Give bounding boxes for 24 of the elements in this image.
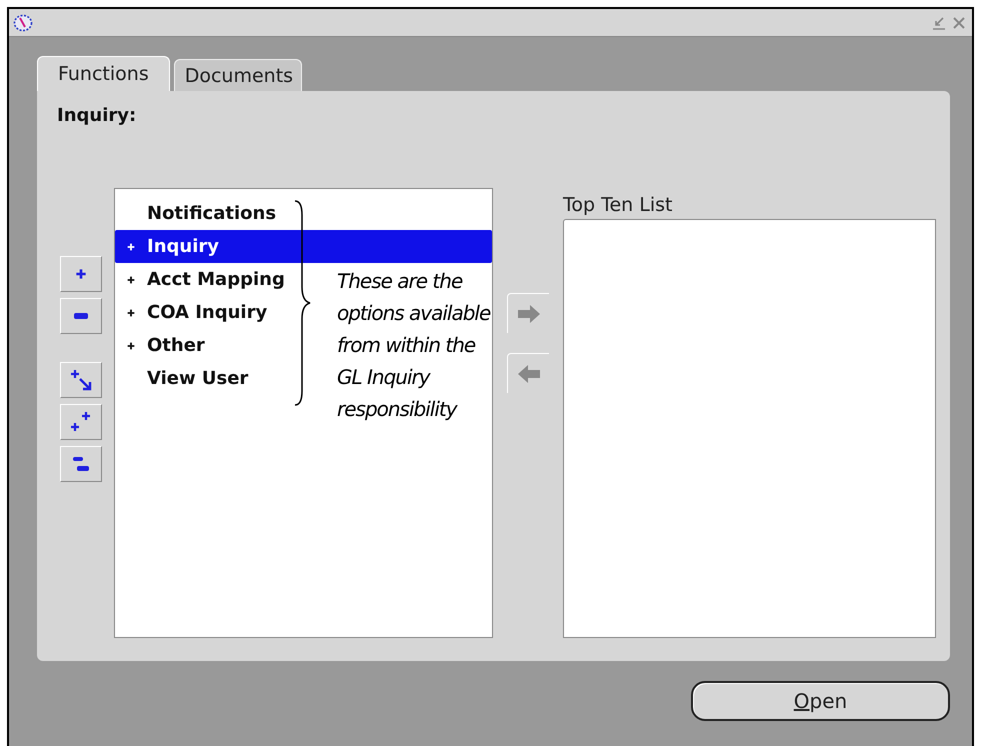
tree-item[interactable]: COA Inquiry — [115, 296, 272, 329]
tree-item[interactable]: Other — [115, 329, 209, 362]
tab[interactable]: Functions — [37, 56, 170, 91]
tree-item[interactable]: Inquiry — [115, 230, 492, 263]
expand-branch-button[interactable] — [60, 362, 102, 398]
right-arrow-icon — [516, 304, 542, 324]
expand-all-button[interactable] — [60, 404, 102, 440]
double-minus-icon — [72, 455, 90, 473]
expand-button[interactable] — [60, 256, 102, 292]
section-label: Inquiry: — [57, 105, 136, 126]
tree-item[interactable]: View User — [115, 362, 252, 395]
list-label: Top Ten List — [563, 194, 672, 216]
open-button[interactable]: Open — [691, 681, 950, 721]
tree-item[interactable]: Notifications — [115, 197, 280, 230]
minus-icon — [74, 313, 88, 319]
plus-icon — [74, 267, 88, 281]
tab[interactable]: Documents — [174, 59, 302, 91]
tree-item[interactable]: Acct Mapping — [115, 263, 289, 296]
plus-arrow-icon — [68, 367, 94, 393]
collapse-button[interactable] — [60, 298, 102, 334]
collapse-all-button[interactable] — [60, 446, 102, 482]
annotation-text: These are the options available from within the GL Inquiry responsibility — [337, 268, 491, 423]
left-arrow-icon — [516, 364, 542, 384]
app-logo-icon — [13, 14, 33, 32]
